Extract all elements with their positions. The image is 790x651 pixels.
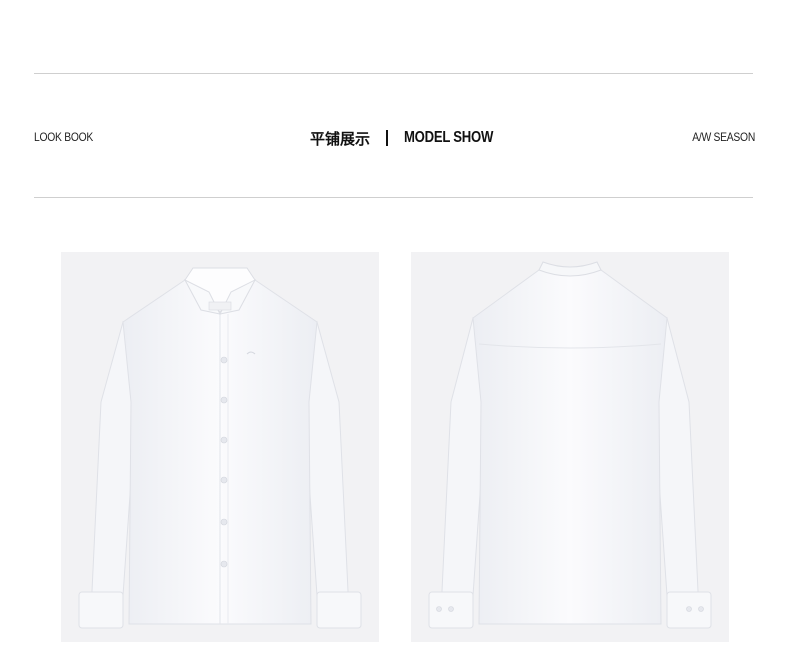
- shirt-front-illustration: [78, 267, 362, 629]
- look-book-label: LOOK BOOK: [34, 130, 94, 144]
- title-english: MODEL SHOW: [404, 129, 494, 146]
- title-chinese: 平铺展示: [310, 129, 371, 148]
- season-label: A/W SEASON: [692, 130, 755, 144]
- top-divider: [34, 73, 753, 74]
- bottom-divider: [34, 197, 753, 198]
- shirt-back-illustration: [428, 261, 712, 629]
- title-separator: [386, 130, 389, 146]
- shirt-back-photo[interactable]: [411, 252, 729, 642]
- section-header: LOOK BOOK 平铺展示 MODEL SHOW A/W SEASON: [34, 126, 755, 150]
- section-title: 平铺展示 MODEL SHOW: [310, 126, 513, 150]
- shirt-front-photo[interactable]: [61, 252, 379, 642]
